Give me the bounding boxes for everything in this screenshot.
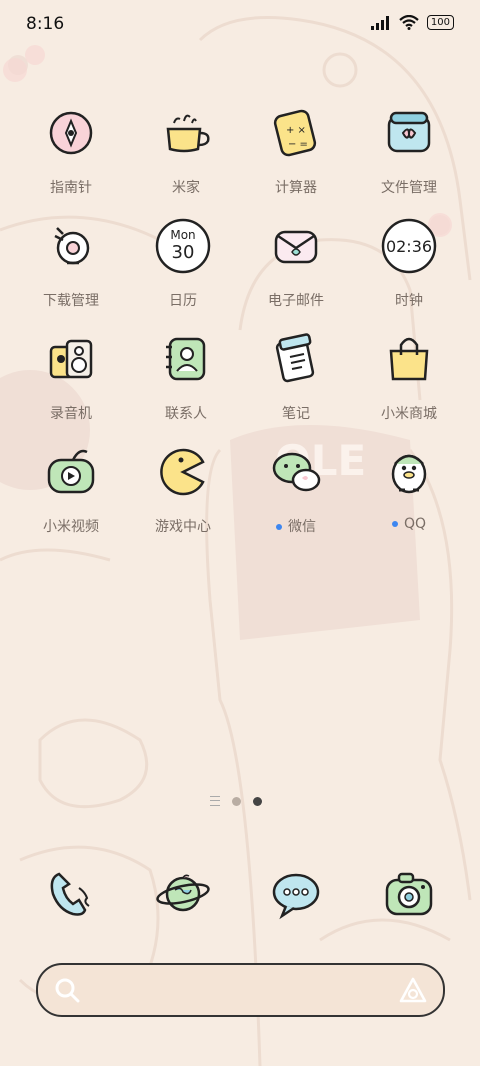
app-label: 微信 [241, 516, 351, 536]
battery-indicator: 100 [426, 15, 454, 30]
new-indicator-dot [276, 524, 282, 530]
compass-icon [49, 111, 93, 155]
calculator-icon: + × − = [273, 109, 317, 157]
camera-icon [385, 872, 433, 916]
app-qq[interactable]: QQ [354, 444, 464, 532]
app-download-manager[interactable]: 下载管理 [16, 218, 126, 310]
app-calendar[interactable]: Mon 30 日历 [128, 218, 238, 310]
app-label: 录音机 [50, 406, 92, 422]
wifi-icon [399, 15, 419, 30]
qq-icon [391, 454, 427, 494]
app-compass[interactable]: 指南针 [16, 105, 126, 197]
svg-text:Mon: Mon [170, 228, 195, 242]
mi-video-icon [47, 449, 95, 494]
status-bar: 8:16 100 [0, 0, 480, 50]
browser-globe-icon [156, 874, 210, 912]
app-label: 指南针 [50, 180, 92, 196]
app-contacts[interactable]: 联系人 [131, 331, 241, 423]
phone-icon [50, 872, 90, 916]
mi-store-icon [389, 337, 429, 381]
status-time: 8:16 [26, 14, 65, 34]
app-label: 计算器 [275, 180, 317, 196]
calendar-icon: Mon 30 [155, 218, 211, 274]
app-file-manager[interactable]: 文件管理 [354, 105, 464, 197]
app-email[interactable]: 电子邮件 [241, 218, 351, 310]
app-label: 电子邮件 [268, 293, 324, 309]
page-dot-2 [253, 796, 262, 806]
svg-text:+ ×: + × [286, 125, 306, 136]
app-label: 小米视频 [43, 519, 99, 535]
app-clock[interactable]: 02:36 时钟 [354, 218, 464, 310]
messages-icon [272, 873, 320, 920]
page-dot-1 [232, 796, 241, 806]
signal-icon [370, 15, 389, 30]
app-label: 米家 [172, 180, 200, 196]
app-label: 联系人 [165, 406, 207, 422]
app-label: 文件管理 [381, 180, 437, 196]
app-label: 笔记 [282, 406, 310, 422]
app-calculator[interactable]: + × − = 计算器 [241, 105, 351, 197]
new-indicator-dot [391, 521, 398, 527]
app-label: 日历 [169, 293, 197, 309]
status-icons: 100 [370, 15, 454, 30]
app-label: 时钟 [395, 293, 423, 309]
svg-text:− =: − = [288, 139, 308, 150]
app-label: QQ [354, 516, 464, 532]
app-label: 下载管理 [43, 293, 99, 309]
assistant-icon[interactable] [399, 977, 427, 1003]
dock-browser[interactable] [128, 866, 238, 926]
app-recorder[interactable]: 录音机 [16, 331, 126, 423]
wechat-icon [272, 452, 321, 492]
page-indicator[interactable] [210, 796, 262, 806]
app-mi-store[interactable]: 小米商城 [354, 331, 464, 423]
app-label: 游戏中心 [155, 519, 211, 535]
notes-icon [275, 333, 315, 383]
clock-icon: 02:36 [381, 218, 437, 274]
game-center-icon [160, 448, 205, 496]
app-game-center[interactable]: 游戏中心 [128, 444, 238, 536]
app-mi-video[interactable]: 小米视频 [16, 444, 126, 536]
search-bar[interactable] [36, 963, 445, 1017]
contacts-icon [166, 337, 206, 381]
app-wechat[interactable]: 微信 [241, 444, 351, 536]
app-notes[interactable]: 笔记 [241, 331, 351, 423]
svg-text:30: 30 [172, 242, 195, 263]
mihome-icon [166, 114, 210, 153]
svg-text:02:36: 02:36 [386, 237, 432, 256]
search-icon[interactable] [54, 977, 80, 1003]
recorder-icon [49, 339, 93, 379]
email-icon [274, 230, 318, 264]
file-manager-icon [387, 111, 431, 153]
app-label: 小米商城 [381, 406, 437, 422]
page-menu-icon [210, 796, 220, 806]
dock-camera[interactable] [354, 866, 464, 926]
download-manager-icon [54, 227, 90, 265]
dock-phone[interactable] [16, 866, 126, 926]
app-mihome[interactable]: 米家 [131, 105, 241, 197]
dock-messages[interactable] [241, 866, 351, 926]
